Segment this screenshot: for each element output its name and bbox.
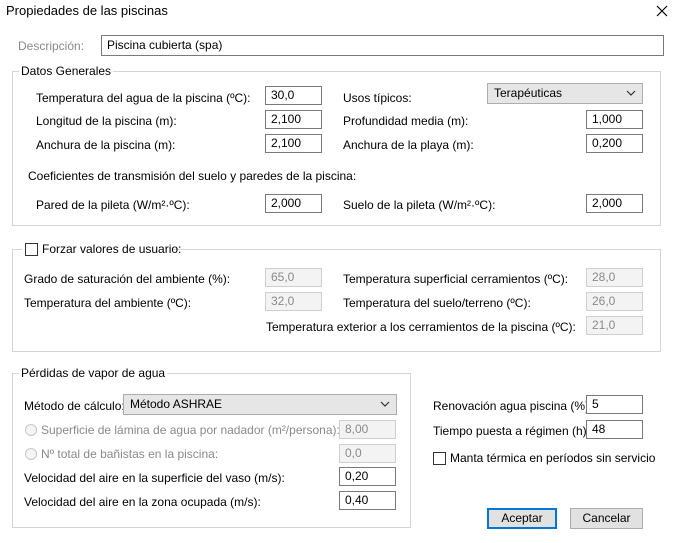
description-field[interactable]: Piscina cubierta (spa)	[101, 35, 664, 56]
surface-temp-label: Temperatura superficial cerramientos (ºC…	[343, 272, 569, 286]
soil-temp-label: Temperatura del suelo/terreno (ºC):	[343, 296, 531, 310]
air-speed-zone-label: Velocidad del aire en la zona ocupada (m…	[24, 495, 261, 509]
air-speed-surface-field[interactable]: 0,20	[339, 467, 396, 486]
width-field[interactable]: 2,100	[265, 134, 322, 153]
exterior-temp-label: Temperatura exterior a los cerramientos …	[266, 320, 576, 334]
method-value: Método ASHRAE	[130, 397, 223, 411]
typical-uses-value: Terapéuticas	[494, 86, 563, 100]
startup-label: Tiempo puesta a régimen (h):	[433, 424, 590, 438]
water-temp-label: Temperatura del agua de la piscina (ºC):	[36, 91, 251, 105]
exterior-temp-field[interactable]: 21,0	[586, 316, 643, 335]
chevron-down-icon	[626, 90, 636, 96]
surface-per-swimmer-radio[interactable]	[25, 424, 37, 436]
width-label: Anchura de la piscina (m):	[36, 138, 176, 152]
typical-uses-select[interactable]: Terapéuticas	[487, 83, 643, 104]
close-button[interactable]	[644, 0, 679, 22]
saturation-field[interactable]: 65,0	[265, 268, 322, 287]
floor-coef-field[interactable]: 2,000	[586, 194, 643, 213]
depth-label: Profundidad media (m):	[343, 114, 469, 128]
force-values-label: Forzar valores de usuario:	[42, 242, 182, 256]
ambient-temp-field[interactable]: 32,0	[265, 292, 322, 311]
wall-coef-field[interactable]: 2,000	[265, 194, 322, 213]
coefficients-heading: Coeficientes de transmisión del suelo y …	[28, 169, 357, 183]
force-values-checkbox[interactable]	[25, 243, 38, 256]
accept-button[interactable]: Aceptar	[487, 508, 557, 529]
chevron-down-icon	[380, 401, 390, 407]
total-bathers-field[interactable]: 0,0	[339, 444, 396, 463]
water-temp-field[interactable]: 30,0	[265, 86, 322, 105]
cancel-button[interactable]: Cancelar	[570, 508, 643, 529]
air-speed-surface-label: Velocidad del aire en la superficie del …	[24, 471, 285, 485]
typical-uses-label: Usos típicos:	[343, 91, 412, 105]
length-field[interactable]: 2,100	[265, 110, 322, 129]
thermal-blanket-checkbox[interactable]	[433, 452, 446, 465]
general-group-title: Datos Generales	[19, 64, 114, 78]
total-bathers-label: Nº total de bañistas en la piscina:	[41, 447, 219, 461]
floor-coef-label: Suelo de la pileta (W/m²·ºC):	[343, 198, 496, 212]
method-select[interactable]: Método ASHRAE	[123, 394, 397, 415]
method-label: Método de cálculo:	[24, 399, 125, 413]
air-speed-zone-field[interactable]: 0,40	[339, 491, 396, 510]
close-icon	[656, 5, 667, 17]
total-bathers-radio[interactable]	[25, 448, 37, 460]
wall-coef-label: Pared de la pileta (W/m²·ºC):	[36, 198, 190, 212]
description-label: Descripción:	[18, 39, 85, 53]
renewal-label: Renovación agua piscina (%):	[433, 399, 593, 413]
beach-width-field[interactable]: 0,200	[586, 134, 643, 153]
startup-field[interactable]: 48	[586, 420, 643, 439]
surface-temp-field[interactable]: 28,0	[586, 268, 643, 287]
renewal-field[interactable]: 5	[586, 395, 643, 414]
thermal-blanket-label: Manta térmica en períodos sin servicio	[450, 451, 656, 465]
window-title: Propiedades de las piscinas	[6, 3, 168, 18]
depth-field[interactable]: 1,000	[586, 110, 643, 129]
saturation-label: Grado de saturación del ambiente (%):	[24, 272, 231, 286]
ambient-temp-label: Temperatura del ambiente (ºC):	[24, 296, 192, 310]
vapor-group-title: Pérdidas de vapor de agua	[19, 366, 168, 380]
beach-width-label: Anchura de la playa (m):	[343, 138, 474, 152]
soil-temp-field[interactable]: 26,0	[586, 292, 643, 311]
length-label: Longitud de la piscina (m):	[36, 114, 177, 128]
surface-per-swimmer-field[interactable]: 8,00	[339, 420, 396, 439]
surface-per-swimmer-label: Superficie de lámina de agua por nadador…	[41, 423, 340, 437]
